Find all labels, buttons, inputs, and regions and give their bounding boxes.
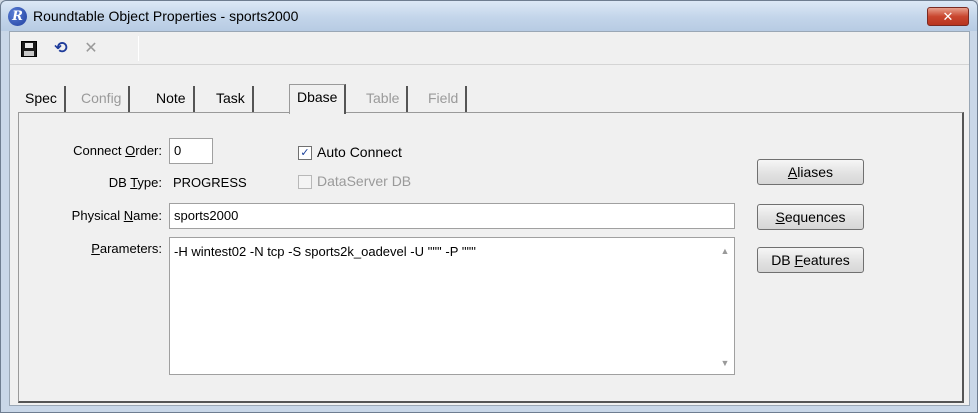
auto-connect-label[interactable]: Auto Connect: [317, 144, 402, 160]
parameters-label: Parameters:: [91, 241, 162, 256]
scroll-up-icon[interactable]: ▲: [719, 246, 731, 256]
dataserver-db-label: DataServer DB: [317, 173, 412, 189]
roundtable-app-icon[interactable]: R: [8, 7, 27, 26]
physical-name-input[interactable]: sports2000: [169, 203, 735, 229]
tab-config: Config: [74, 86, 131, 112]
tab-task[interactable]: Task: [209, 86, 254, 112]
aliases-button[interactable]: Aliases: [757, 159, 864, 185]
save-icon[interactable]: [18, 39, 40, 59]
window-title: Roundtable Object Properties - sports200…: [33, 8, 299, 24]
tab-strip: Spec Config Note Task Dbase Table Field: [18, 84, 518, 114]
delete-icon: ✕: [84, 40, 98, 57]
sequences-button[interactable]: Sequences: [757, 204, 864, 230]
dbase-panel: Connect Order: 0 DB Type: PROGRESS Physi…: [18, 112, 964, 403]
undo-icon[interactable]: ⟲: [50, 39, 72, 59]
client-area: ⟲ ✕ Spec Config Note Task Dbase Table Fi…: [9, 31, 970, 406]
parameters-text: -H wintest02 -N tcp -S sports2k_oadevel …: [174, 244, 476, 259]
connect-order-label: Connect Order:: [73, 143, 162, 158]
tab-spec[interactable]: Spec: [18, 86, 66, 112]
parameters-textarea[interactable]: -H wintest02 -N tcp -S sports2k_oadevel …: [169, 237, 735, 375]
connect-order-input[interactable]: 0: [169, 138, 213, 164]
db-type-value: PROGRESS: [173, 175, 247, 190]
tab-field: Field: [421, 86, 468, 112]
db-features-button[interactable]: DB Features: [757, 247, 864, 273]
auto-connect-checkbox[interactable]: ✓: [298, 146, 312, 160]
close-button[interactable]: ✕: [927, 7, 969, 26]
toolbar: ⟲ ✕: [10, 32, 969, 65]
title-bar[interactable]: R Roundtable Object Properties - sports2…: [1, 1, 977, 31]
db-type-label: DB Type:: [108, 175, 162, 190]
physical-name-label: Physical Name:: [71, 208, 162, 223]
scroll-down-icon[interactable]: ▼: [719, 358, 731, 368]
dataserver-db-checkbox: [298, 175, 312, 189]
app-window: R Roundtable Object Properties - sports2…: [0, 0, 978, 413]
parameters-scrollbar[interactable]: ▲ ▼: [716, 238, 734, 374]
tab-table: Table: [359, 86, 409, 112]
tab-dbase[interactable]: Dbase: [289, 84, 347, 114]
tab-note[interactable]: Note: [149, 86, 195, 112]
toolbar-separator: [138, 36, 139, 61]
